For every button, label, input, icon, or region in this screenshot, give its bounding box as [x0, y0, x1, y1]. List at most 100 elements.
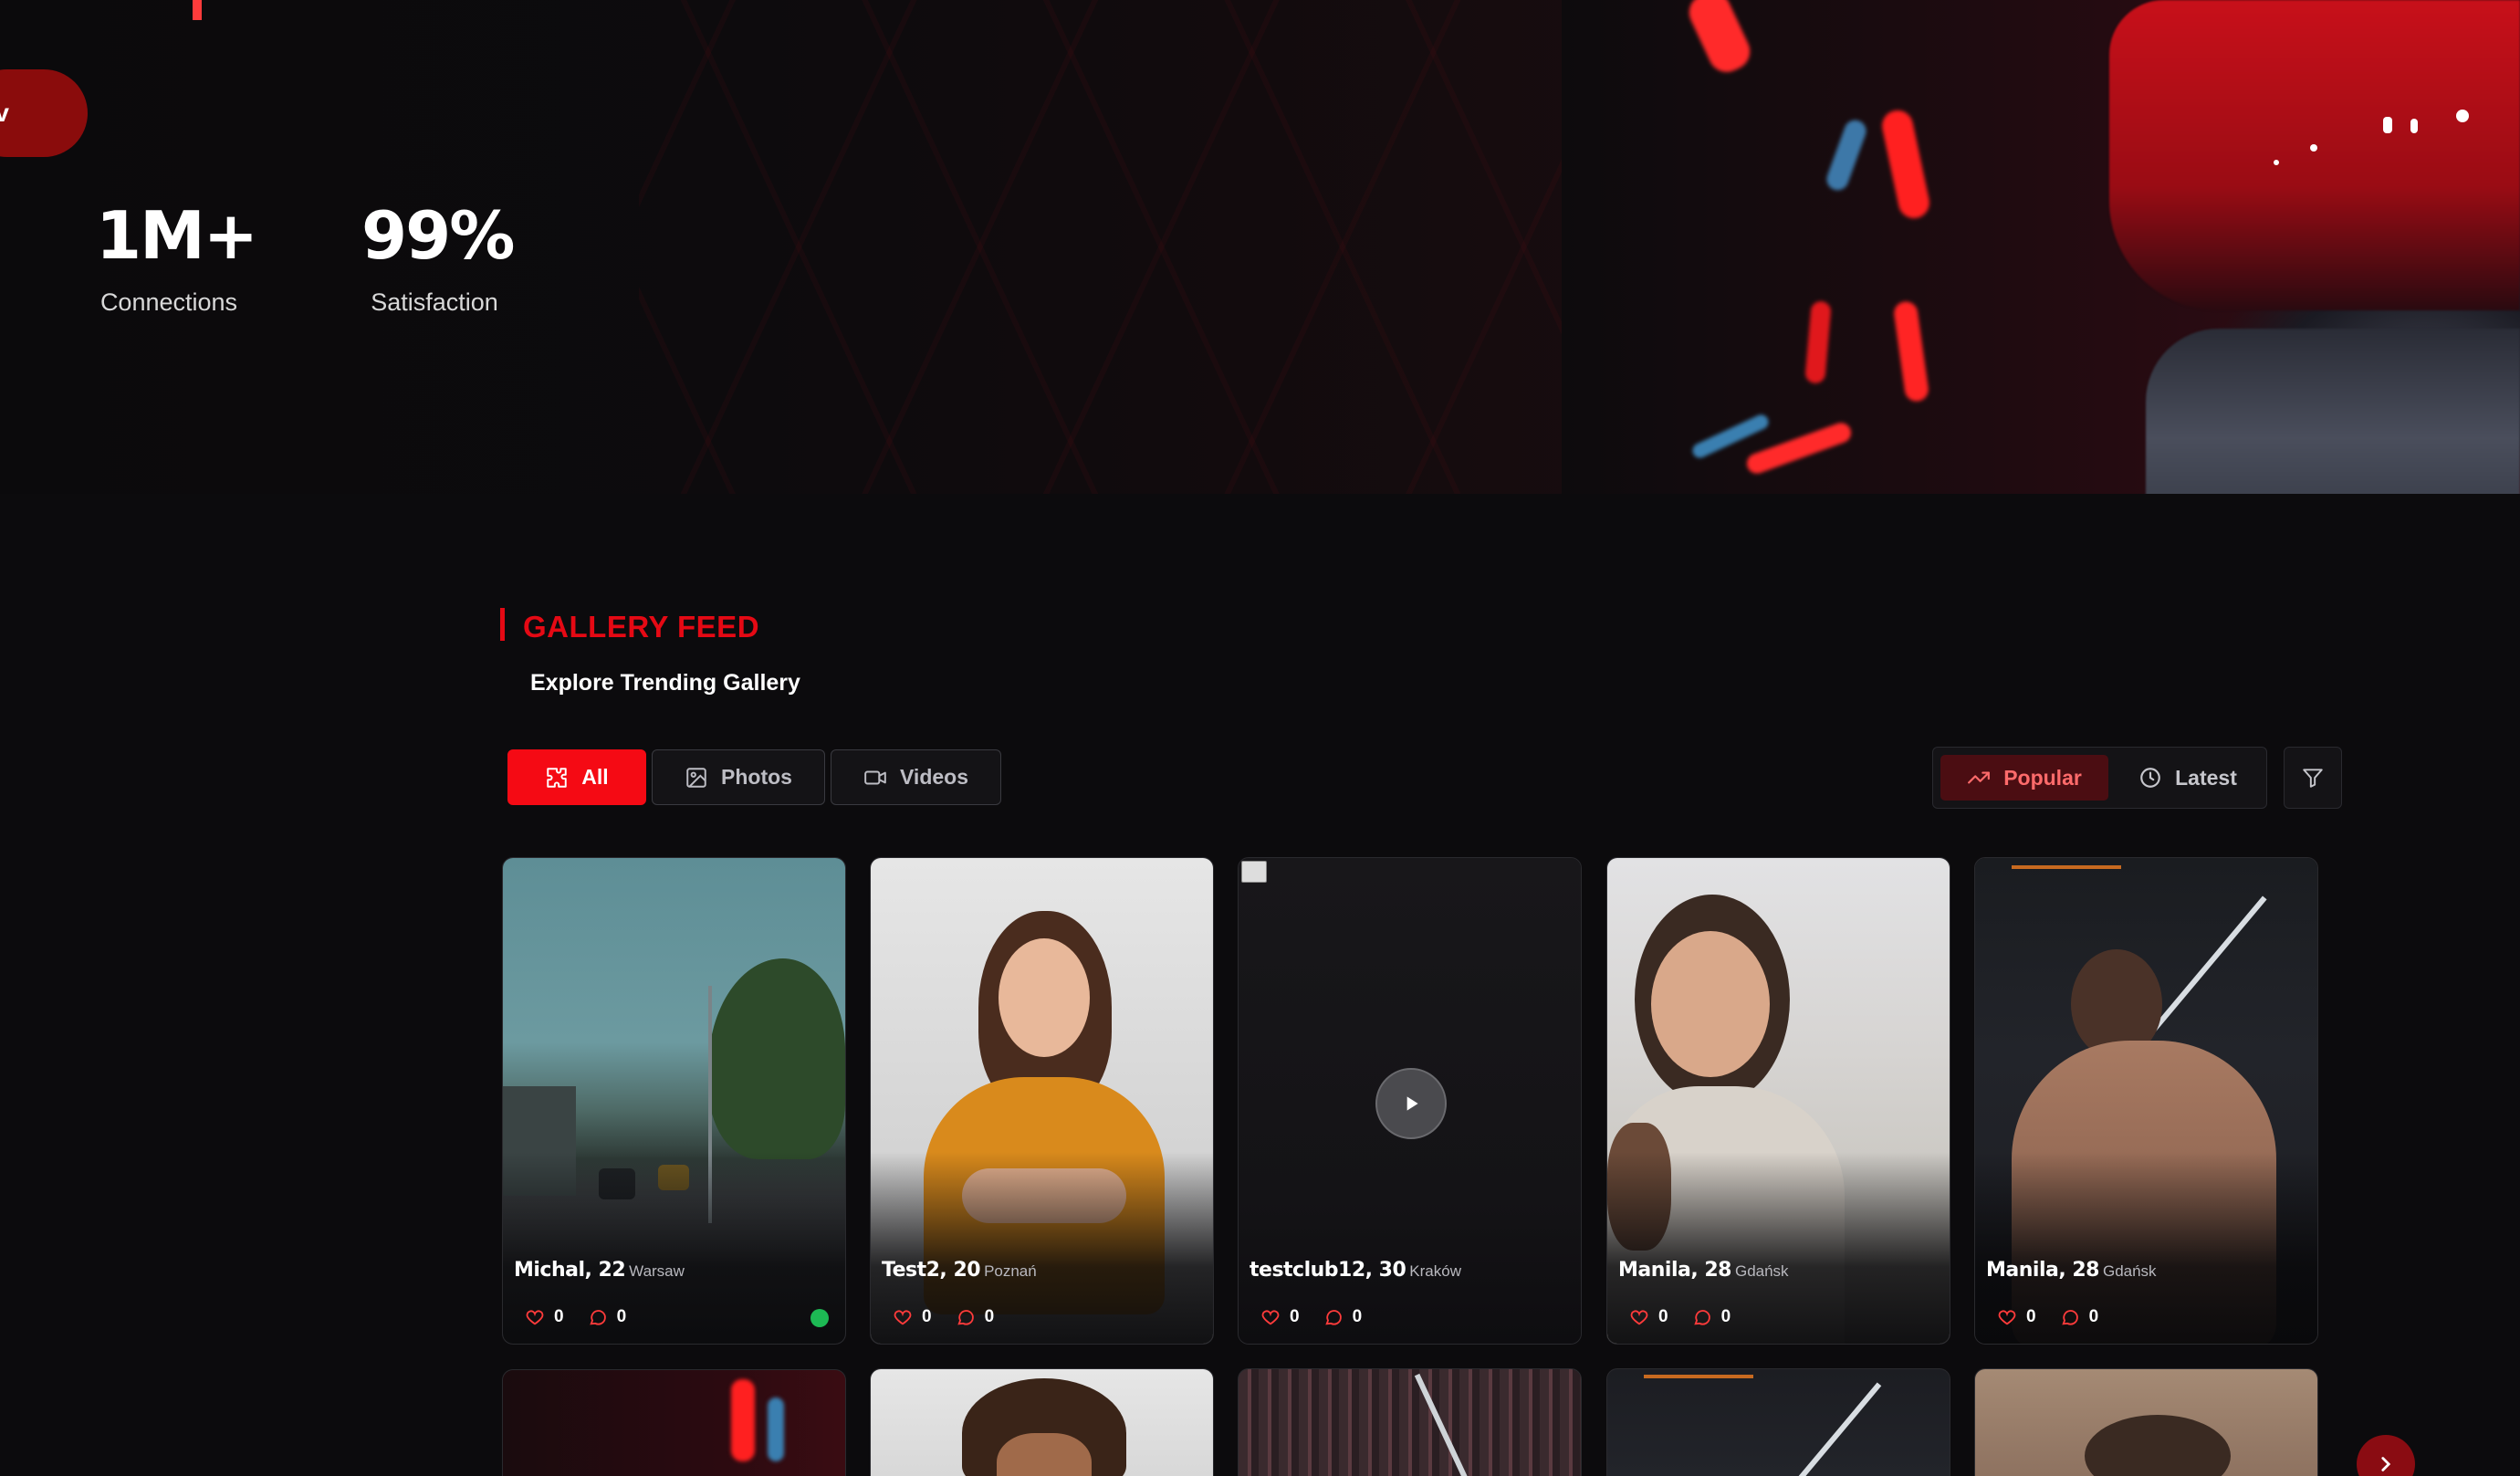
hero-cta-button[interactable]: v: [0, 69, 88, 157]
card-comments-count: 0: [1352, 1307, 1363, 1326]
card-photo-light: [1794, 1382, 1882, 1476]
stat-label: Connections: [99, 288, 238, 316]
card-name: Test2, 20: [882, 1259, 981, 1282]
puzzle-icon: [547, 767, 568, 788]
gallery-card[interactable]: [1974, 1368, 2318, 1476]
card-stats: 0 0: [1260, 1307, 1362, 1327]
stat-connections: 1M+ Connections: [96, 197, 258, 317]
card-likes[interactable]: 0: [525, 1307, 564, 1327]
card-photo-light: [1414, 1373, 1470, 1476]
card-info: Michal, 22 Warsaw: [514, 1257, 685, 1282]
card-comments[interactable]: 0: [2060, 1307, 2099, 1327]
stat-value: 1M+: [96, 197, 258, 274]
hero-image: [1562, 0, 2520, 494]
funnel-icon: [2303, 769, 2323, 788]
card-comments[interactable]: 0: [588, 1307, 627, 1327]
comment-icon: [2061, 1310, 2078, 1325]
card-comments[interactable]: 0: [1323, 1307, 1363, 1327]
card-photo-chain: [731, 1379, 755, 1461]
card-photo-hair: [2085, 1415, 2231, 1476]
gallery-card[interactable]: Michal, 22 Warsaw 0 0: [502, 857, 846, 1345]
heart-icon: [1630, 1310, 1648, 1325]
card-stats: 0 0: [1629, 1307, 1731, 1327]
card-comments-count: 0: [984, 1307, 995, 1326]
card-name: testclub12, 30: [1250, 1259, 1406, 1282]
gallery-card[interactable]: Manila, 28 Gdańsk 0 0: [1606, 857, 1950, 1345]
card-comments-count: 0: [616, 1307, 627, 1326]
card-likes[interactable]: 0: [893, 1307, 932, 1327]
card-comments-count: 0: [1720, 1307, 1731, 1326]
hero-accent-tick: [193, 0, 202, 20]
chevron-right-icon: [2381, 1457, 2391, 1471]
card-likes-count: 0: [1658, 1307, 1668, 1326]
gallery-card[interactable]: Test2, 20 Poznań 0 0: [870, 857, 1214, 1345]
card-info: testclub12, 30 Kraków: [1250, 1257, 1461, 1282]
heart-icon: [1261, 1310, 1280, 1325]
filter-label: Photos: [721, 765, 792, 789]
card-city: Kraków: [1409, 1262, 1461, 1280]
filter-label: Videos: [900, 765, 968, 789]
stat-satisfaction: 99% Satisfaction: [361, 197, 515, 317]
filter-label: All: [581, 765, 609, 789]
hero-cta-label: v: [0, 99, 9, 127]
card-comments[interactable]: 0: [1692, 1307, 1731, 1327]
card-likes[interactable]: 0: [1997, 1307, 2036, 1327]
clock-icon: [2140, 768, 2160, 788]
filter-photos-button[interactable]: Photos: [652, 749, 825, 805]
gallery-card[interactable]: Manila, 28 Gdańsk 0 0: [1974, 857, 2318, 1345]
card-name: Manila, 28: [1618, 1259, 1731, 1282]
gallery-card[interactable]: [502, 1369, 846, 1476]
card-name: Michal, 22: [514, 1259, 626, 1282]
heart-icon: [894, 1310, 912, 1325]
card-likes-count: 0: [554, 1307, 564, 1326]
stat-label: Satisfaction: [371, 288, 498, 316]
play-icon: [1406, 1096, 1418, 1111]
hero-pattern: [639, 0, 1643, 494]
broken-image-icon: [1241, 861, 1267, 883]
comment-icon: [1324, 1310, 1342, 1325]
heart-icon: [1998, 1310, 2016, 1325]
card-photo-face: [999, 938, 1090, 1057]
filter-videos-button[interactable]: Videos: [831, 749, 1001, 805]
filter-all-button[interactable]: All: [507, 749, 646, 805]
card-city: Gdańsk: [2102, 1262, 2157, 1280]
sort-latest-button[interactable]: Latest: [2116, 755, 2260, 801]
advanced-filter-button[interactable]: [2284, 747, 2342, 809]
sort-toggle-group: Popular Latest: [1932, 747, 2267, 809]
card-stats: 0 0: [525, 1307, 626, 1327]
online-status-dot: [810, 1309, 829, 1327]
card-info: Manila, 28 Gdańsk: [1986, 1257, 2157, 1282]
sort-popular-button[interactable]: Popular: [1940, 755, 2108, 801]
heart-icon: [526, 1310, 544, 1325]
card-city: Poznań: [984, 1262, 1037, 1280]
card-info: Manila, 28 Gdańsk: [1618, 1257, 1789, 1282]
card-city: Gdańsk: [1734, 1262, 1789, 1280]
video-icon: [864, 770, 886, 784]
gallery-card-video[interactable]: testclub12, 30 Kraków 0 0: [1238, 857, 1582, 1345]
stat-value: 99%: [361, 197, 515, 274]
card-likes[interactable]: 0: [1629, 1307, 1668, 1327]
section-title: GALLERY FEED: [523, 610, 760, 644]
gallery-card[interactable]: [1238, 1368, 1582, 1476]
trending-up-icon: [1968, 771, 1991, 784]
card-photo-face: [1651, 931, 1770, 1077]
sort-label: Popular: [2003, 765, 2082, 790]
card-comments[interactable]: 0: [956, 1307, 995, 1327]
card-stats: 0 0: [893, 1307, 994, 1327]
card-city: Warsaw: [629, 1262, 685, 1280]
card-likes-count: 0: [2026, 1307, 2036, 1326]
gallery-card[interactable]: [870, 1368, 1214, 1476]
comment-icon: [589, 1310, 606, 1325]
hero-banner: v 1M+ Connections 99% Satisfaction: [0, 0, 2520, 494]
card-photo-chain: [768, 1397, 784, 1461]
card-name: Manila, 28: [1986, 1259, 2099, 1282]
comment-icon: [1693, 1310, 1710, 1325]
card-likes-count: 0: [922, 1307, 932, 1326]
gallery-card[interactable]: [1606, 1368, 1950, 1476]
card-comments-count: 0: [2088, 1307, 2099, 1326]
card-info: Test2, 20 Poznań: [882, 1257, 1037, 1282]
card-likes[interactable]: 0: [1260, 1307, 1300, 1327]
carousel-next-button[interactable]: [2357, 1435, 2415, 1476]
card-likes-count: 0: [1290, 1307, 1300, 1326]
play-button[interactable]: [1375, 1068, 1447, 1139]
